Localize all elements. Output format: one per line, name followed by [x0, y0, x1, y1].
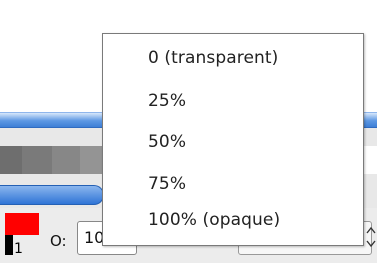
palette-swatch[interactable] — [52, 146, 80, 174]
opacity-popup-menu: 0 (transparent) 25% 50% 75% 100% (opaque… — [102, 33, 364, 246]
color-index-label: 1 — [14, 241, 23, 257]
menu-item-25[interactable]: 25% — [148, 91, 186, 111]
palette-swatch[interactable] — [0, 146, 22, 174]
canvas-area — [0, 0, 106, 112]
horizontal-slider[interactable] — [0, 185, 104, 205]
menu-item-75[interactable]: 75% — [148, 174, 186, 194]
menu-item-transparent[interactable]: 0 (transparent) — [148, 48, 278, 68]
menu-item-opaque[interactable]: 100% (opaque) — [148, 210, 280, 230]
opacity-label: O: — [50, 232, 67, 250]
palette-swatch[interactable] — [22, 146, 52, 174]
foreground-color-swatch[interactable] — [5, 213, 39, 235]
menu-item-50[interactable]: 50% — [148, 132, 186, 152]
background-color-swatch[interactable] — [5, 235, 13, 255]
up-down-spinner-icon[interactable] — [366, 226, 377, 250]
